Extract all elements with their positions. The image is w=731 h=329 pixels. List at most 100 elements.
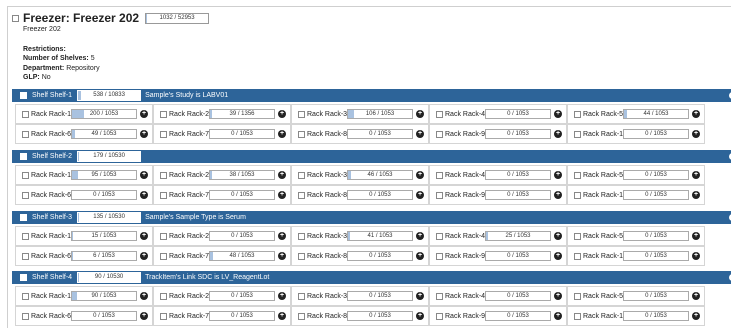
add-icon[interactable]: + (554, 171, 562, 179)
rack-label[interactable]: Rack Rack-9 (445, 192, 485, 199)
shelf-label[interactable]: Shelf Shelf-3 (32, 214, 72, 221)
rack-label[interactable]: Rack Rack-4 (445, 172, 485, 179)
add-icon[interactable]: + (140, 110, 148, 118)
rack-checkbox[interactable] (436, 172, 443, 179)
rack-checkbox[interactable] (298, 293, 305, 300)
rack-checkbox[interactable] (574, 253, 581, 260)
add-icon[interactable]: + (140, 130, 148, 138)
rack-checkbox[interactable] (160, 111, 167, 118)
rack-label[interactable]: Rack Rack-10 (583, 253, 627, 260)
add-icon[interactable]: + (140, 252, 148, 260)
add-icon[interactable]: + (278, 130, 286, 138)
add-icon[interactable]: + (692, 232, 700, 240)
add-icon[interactable]: + (416, 292, 424, 300)
rack-checkbox[interactable] (160, 233, 167, 240)
rack-checkbox[interactable] (160, 313, 167, 320)
shelf-header[interactable]: Shelf Shelf-490 / 10530TrackItem's Link … (12, 271, 731, 284)
rack-checkbox[interactable] (22, 253, 29, 260)
rack-label[interactable]: Rack Rack-6 (31, 131, 71, 138)
rack-label[interactable]: Rack Rack-3 (307, 172, 347, 179)
shelf-header[interactable]: Shelf Shelf-2179 / 10530 (12, 150, 731, 163)
add-icon[interactable]: + (692, 292, 700, 300)
add-icon[interactable]: + (278, 252, 286, 260)
rack-label[interactable]: Rack Rack-4 (445, 293, 485, 300)
shelf-label[interactable]: Shelf Shelf-2 (32, 153, 72, 160)
rack-label[interactable]: Rack Rack-3 (307, 233, 347, 240)
add-icon[interactable]: + (278, 191, 286, 199)
add-icon[interactable]: + (416, 130, 424, 138)
rack-checkbox[interactable] (298, 172, 305, 179)
add-icon[interactable]: + (692, 110, 700, 118)
rack-checkbox[interactable] (298, 233, 305, 240)
rack-checkbox[interactable] (436, 293, 443, 300)
add-icon[interactable]: + (554, 312, 562, 320)
add-icon[interactable]: + (692, 171, 700, 179)
add-icon[interactable]: + (554, 191, 562, 199)
rack-checkbox[interactable] (22, 233, 29, 240)
rack-checkbox[interactable] (574, 131, 581, 138)
rack-checkbox[interactable] (436, 313, 443, 320)
rack-label[interactable]: Rack Rack-5 (583, 293, 623, 300)
rack-label[interactable]: Rack Rack-1 (31, 172, 71, 179)
rack-label[interactable]: Rack Rack-7 (169, 192, 209, 199)
rack-checkbox[interactable] (22, 313, 29, 320)
rack-checkbox[interactable] (298, 131, 305, 138)
rack-label[interactable]: Rack Rack-2 (169, 172, 209, 179)
add-icon[interactable]: + (554, 130, 562, 138)
rack-checkbox[interactable] (298, 313, 305, 320)
rack-checkbox[interactable] (22, 172, 29, 179)
shelf-header[interactable]: Shelf Shelf-3135 / 10530Sample's Sample … (12, 211, 731, 224)
add-icon[interactable]: + (416, 252, 424, 260)
rack-label[interactable]: Rack Rack-8 (307, 131, 347, 138)
add-icon[interactable]: + (140, 232, 148, 240)
shelf-label[interactable]: Shelf Shelf-4 (32, 274, 72, 281)
rack-label[interactable]: Rack Rack-1 (31, 111, 71, 118)
add-icon[interactable]: + (692, 191, 700, 199)
add-icon[interactable]: + (554, 110, 562, 118)
rack-label[interactable]: Rack Rack-5 (583, 172, 623, 179)
rack-checkbox[interactable] (22, 111, 29, 118)
rack-label[interactable]: Rack Rack-4 (445, 111, 485, 118)
rack-checkbox[interactable] (22, 192, 29, 199)
rack-checkbox[interactable] (436, 131, 443, 138)
rack-label[interactable]: Rack Rack-7 (169, 253, 209, 260)
rack-label[interactable]: Rack Rack-5 (583, 111, 623, 118)
rack-label[interactable]: Rack Rack-10 (583, 313, 627, 320)
add-icon[interactable]: + (554, 252, 562, 260)
rack-label[interactable]: Rack Rack-1 (31, 293, 71, 300)
rack-label[interactable]: Rack Rack-7 (169, 131, 209, 138)
rack-checkbox[interactable] (22, 131, 29, 138)
rack-checkbox[interactable] (574, 233, 581, 240)
rack-checkbox[interactable] (160, 172, 167, 179)
rack-checkbox[interactable] (160, 131, 167, 138)
rack-label[interactable]: Rack Rack-4 (445, 233, 485, 240)
rack-checkbox[interactable] (160, 253, 167, 260)
shelf-checkbox[interactable] (20, 92, 27, 99)
rack-checkbox[interactable] (298, 253, 305, 260)
rack-checkbox[interactable] (436, 233, 443, 240)
rack-checkbox[interactable] (574, 313, 581, 320)
rack-checkbox[interactable] (160, 192, 167, 199)
rack-label[interactable]: Rack Rack-3 (307, 111, 347, 118)
shelf-checkbox[interactable] (20, 274, 27, 281)
add-icon[interactable]: + (416, 191, 424, 199)
rack-label[interactable]: Rack Rack-8 (307, 192, 347, 199)
rack-label[interactable]: Rack Rack-9 (445, 131, 485, 138)
shelf-header[interactable]: Shelf Shelf-1538 / 10833Sample's Study i… (12, 89, 731, 102)
rack-checkbox[interactable] (160, 293, 167, 300)
freezer-checkbox[interactable] (12, 15, 19, 22)
rack-label[interactable]: Rack Rack-6 (31, 313, 71, 320)
add-icon[interactable]: + (140, 191, 148, 199)
rack-label[interactable]: Rack Rack-8 (307, 313, 347, 320)
rack-label[interactable]: Rack Rack-7 (169, 313, 209, 320)
add-icon[interactable]: + (554, 292, 562, 300)
rack-checkbox[interactable] (436, 192, 443, 199)
rack-label[interactable]: Rack Rack-3 (307, 293, 347, 300)
shelf-label[interactable]: Shelf Shelf-1 (32, 92, 72, 99)
add-icon[interactable]: + (416, 171, 424, 179)
rack-label[interactable]: Rack Rack-5 (583, 233, 623, 240)
add-icon[interactable]: + (278, 232, 286, 240)
add-icon[interactable]: + (416, 110, 424, 118)
add-icon[interactable]: + (554, 232, 562, 240)
add-icon[interactable]: + (278, 171, 286, 179)
